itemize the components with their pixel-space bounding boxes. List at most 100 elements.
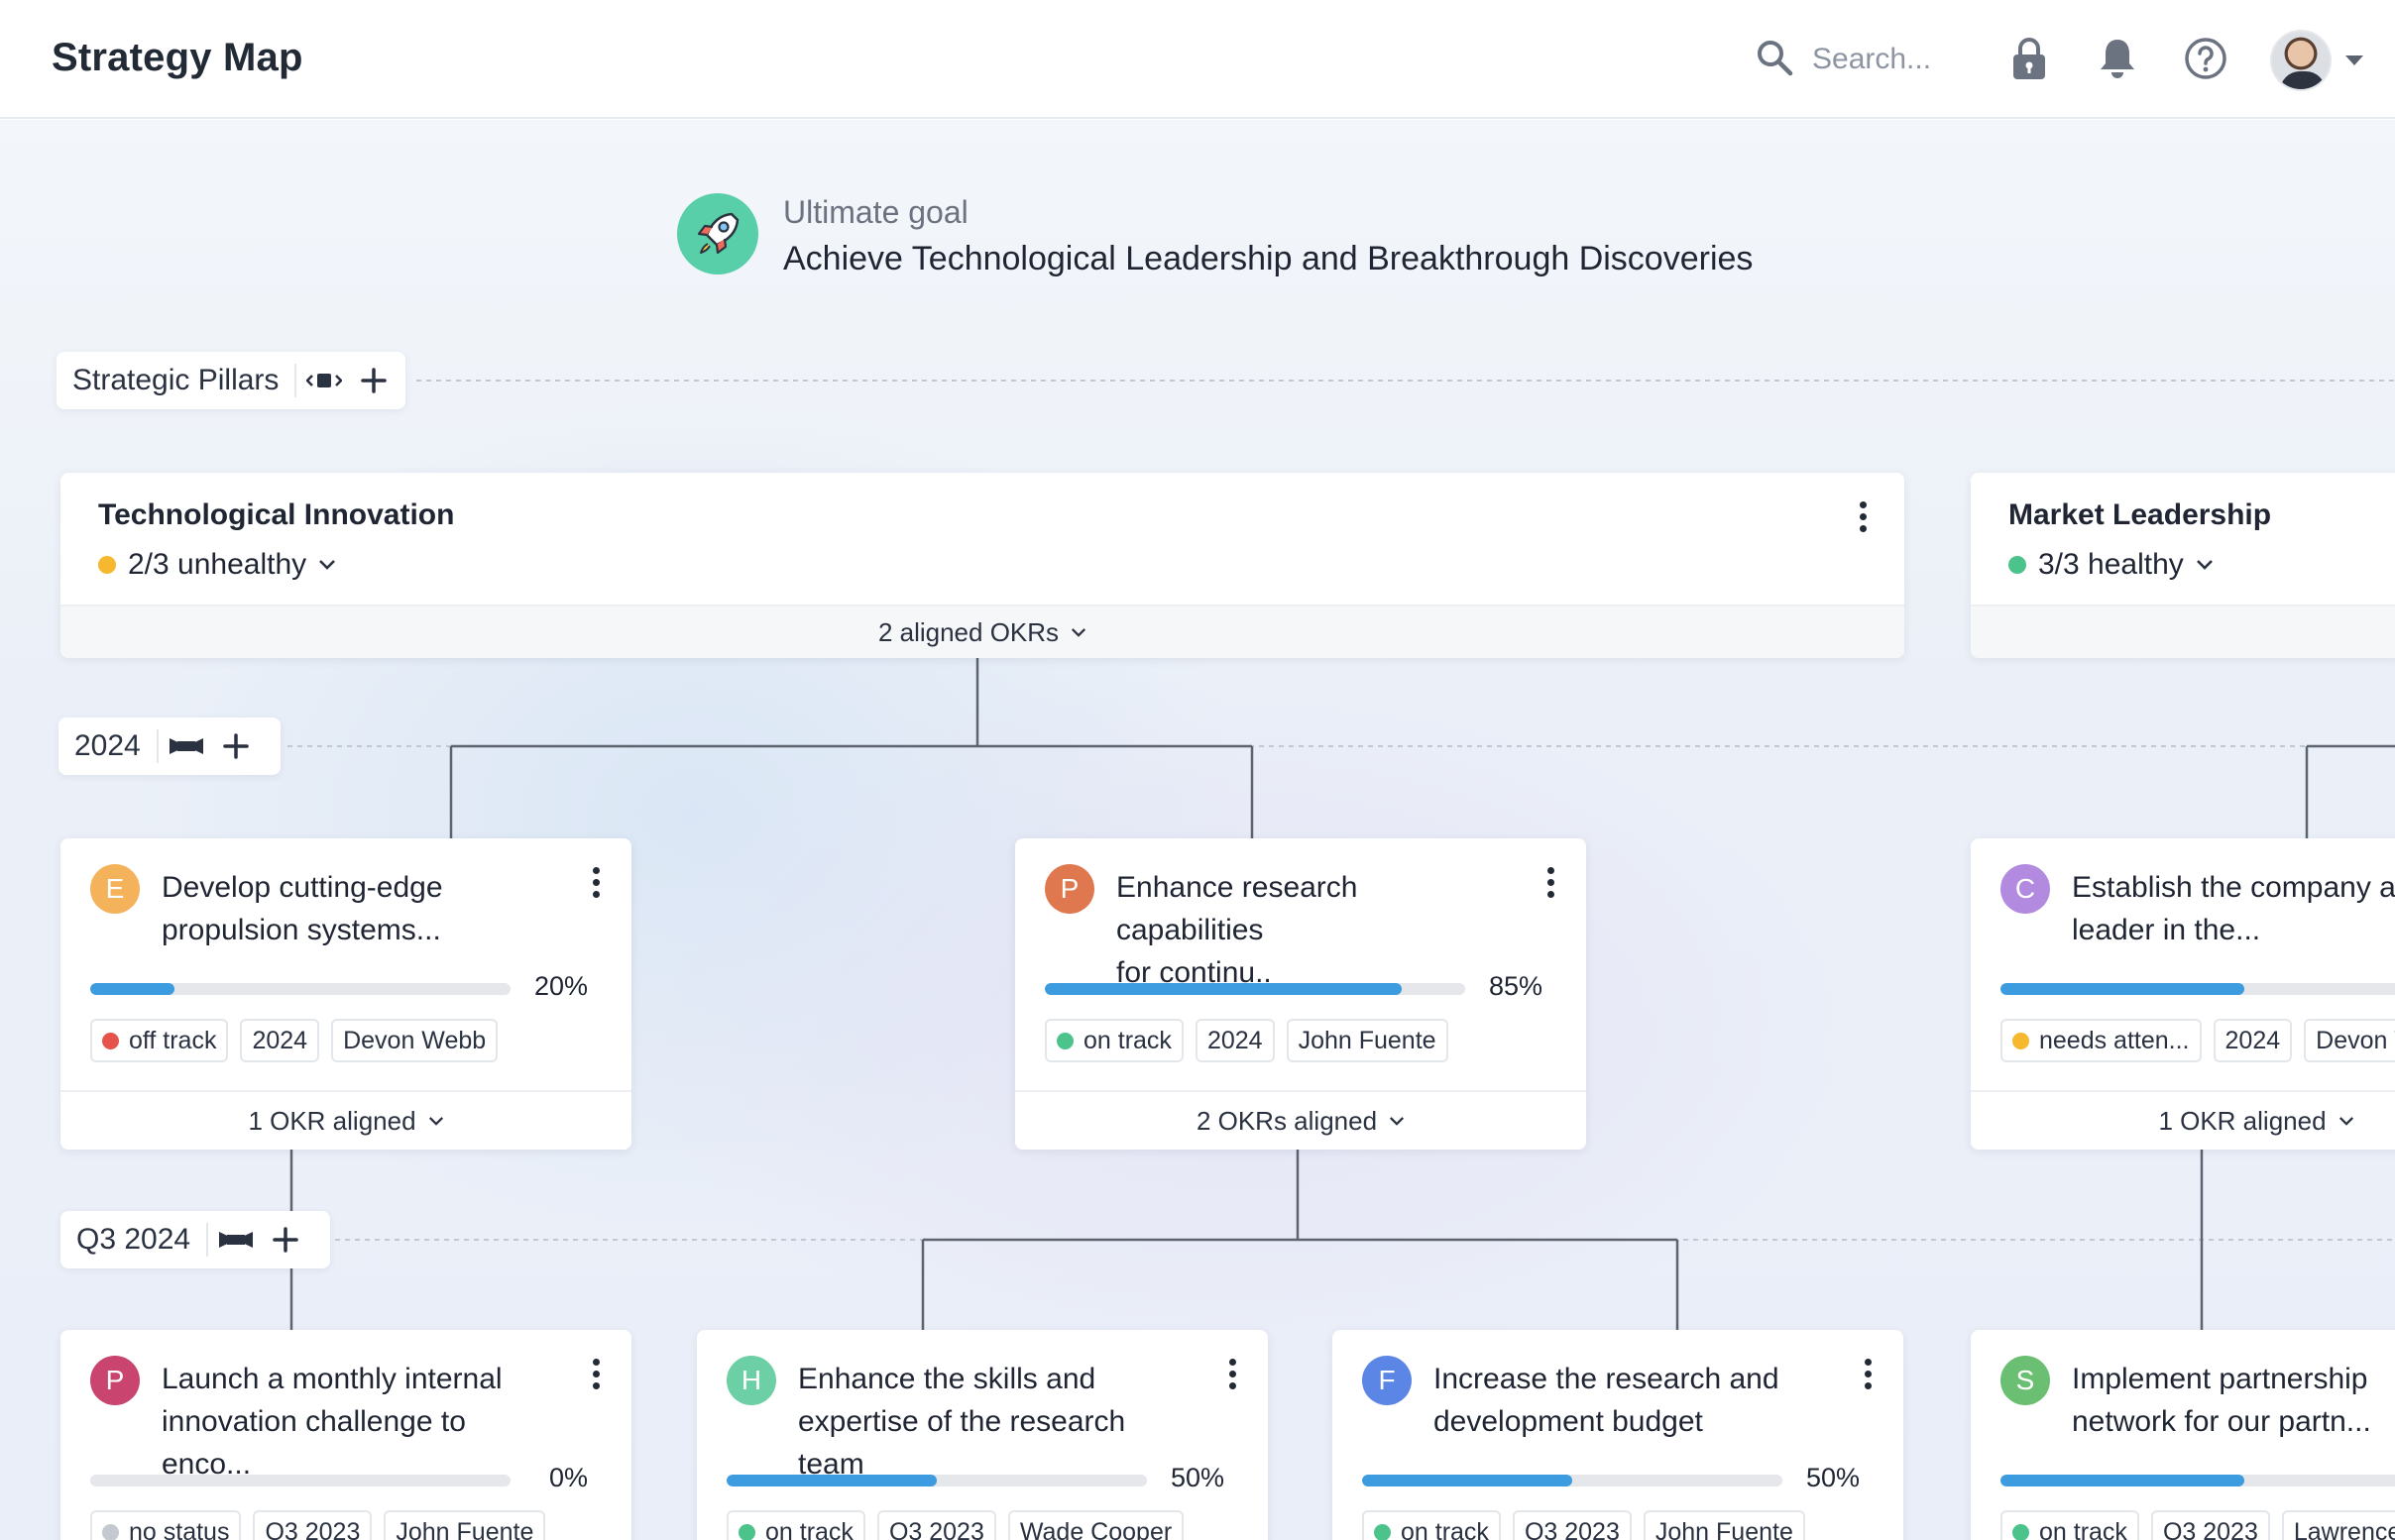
okr-title[interactable]: Enhance the skills and expertise of the … (798, 1358, 1195, 1485)
owner-tag[interactable]: John Fuente (1643, 1510, 1805, 1540)
okr-card[interactable]: E Develop cutting-edge propulsion system… (60, 838, 631, 1150)
progress-fill (727, 1475, 937, 1486)
aligned-okrs-toggle[interactable]: 1 OKR aligned (60, 1090, 631, 1150)
owner-tag[interactable]: Lawrence (2281, 1510, 2395, 1540)
divider (206, 1223, 209, 1257)
more-options-icon[interactable] (1537, 860, 1564, 904)
okr-title-line: network for our partn... (2072, 1405, 2371, 1438)
aligned-okrs-label: 1 OKR aligned (2158, 1105, 2327, 1136)
status-tag[interactable]: no status (90, 1510, 242, 1540)
aligned-okrs-toggle[interactable]: 2 aligned OKRs (60, 605, 1904, 658)
add-icon[interactable] (214, 724, 258, 768)
owner-tag[interactable]: Wade Cooper (1007, 1510, 1185, 1540)
user-avatar[interactable] (2270, 30, 2332, 91)
add-icon[interactable] (352, 359, 396, 402)
period-tag[interactable]: Q3 2023 (1512, 1510, 1632, 1540)
okr-title[interactable]: Establish the company as leader in the..… (2072, 866, 2395, 951)
search-icon[interactable] (1755, 38, 1794, 82)
more-options-icon[interactable] (1218, 1352, 1246, 1395)
okr-card[interactable]: S Implement partnership network for our … (1971, 1330, 2395, 1540)
add-icon[interactable] (264, 1218, 307, 1262)
okr-card[interactable]: P Enhance research capabilities for cont… (1015, 838, 1586, 1150)
period-tag[interactable]: Q3 2023 (253, 1510, 373, 1540)
health-dropdown[interactable]: 3/3 healthy (2008, 548, 2214, 582)
row-label-text: Strategic Pillars (72, 364, 280, 396)
aligned-okrs-toggle[interactable]: 1 OKR aligned (1971, 1090, 2395, 1150)
more-options-icon[interactable] (1854, 1352, 1882, 1395)
okr-title[interactable]: Enhance research capabilities for contin… (1116, 866, 1513, 994)
okr-title-line: leader in the... (2072, 914, 2261, 946)
collapse-vertical-icon[interactable] (165, 724, 208, 768)
period-tag[interactable]: 2024 (240, 1019, 320, 1062)
collapse-vertical-icon[interactable] (214, 1218, 258, 1262)
okr-title[interactable]: Implement partnership network for our pa… (2072, 1358, 2395, 1443)
status-dot (102, 1523, 119, 1540)
status-tag[interactable]: on track (2000, 1510, 2139, 1540)
okr-title[interactable]: Launch a monthly internal innovation cha… (162, 1358, 558, 1485)
aligned-okrs-toggle[interactable] (1971, 605, 2395, 658)
collapse-horizontal-icon[interactable] (302, 359, 346, 402)
chevron-down-icon (1072, 627, 1086, 637)
owner-tag[interactable]: John Fuente (1286, 1019, 1448, 1062)
okr-card[interactable]: C Establish the company as leader in the… (1971, 838, 2395, 1150)
lock-icon[interactable] (2007, 36, 2051, 81)
pillar-title: Technological Innovation (98, 498, 455, 531)
okr-title[interactable]: Develop cutting-edge propulsion systems.… (162, 866, 558, 951)
search-input[interactable] (1812, 43, 1971, 76)
owner-tag[interactable]: Devon Webb (331, 1019, 499, 1062)
more-options-icon[interactable] (582, 1352, 610, 1395)
owner-tag[interactable]: John Fuente (384, 1510, 546, 1540)
okr-title-line: Enhance research capabilities (1116, 871, 1358, 946)
chevron-down-icon (1390, 1116, 1405, 1126)
okr-tags: on track 2024 John Fuente (1045, 1019, 1448, 1062)
okr-card[interactable]: H Enhance the skills and expertise of th… (697, 1330, 1268, 1540)
okr-card[interactable]: F Increase the research and development … (1332, 1330, 1903, 1540)
status-tag[interactable]: on track (1362, 1510, 1501, 1540)
okr-title-line: Enhance the skills and (798, 1363, 1096, 1395)
period-tag[interactable]: Q3 2023 (2150, 1510, 2270, 1540)
aligned-okrs-toggle[interactable]: 2 OKRs aligned (1015, 1090, 1586, 1150)
okr-title-line: development budget (1433, 1405, 1703, 1438)
status-tag[interactable]: needs atten... (2000, 1019, 2202, 1062)
more-options-icon[interactable] (1849, 495, 1877, 538)
chevron-down-icon (2338, 1116, 2353, 1126)
health-dropdown[interactable]: 2/3 unhealthy (98, 548, 336, 582)
chevron-down-icon (428, 1116, 443, 1126)
status-label: on track (1401, 1517, 1489, 1540)
period-tag[interactable]: 2024 (2213, 1019, 2293, 1062)
owner-avatar: S (2000, 1356, 2050, 1405)
search-box[interactable] (1755, 38, 1971, 81)
goal-title[interactable]: Achieve Technological Leadership and Bre… (783, 240, 1753, 278)
pillar-card-market-leadership[interactable]: Market Leadership 3/3 healthy (1971, 473, 2395, 658)
progress-bar (727, 1475, 1147, 1486)
status-tag[interactable]: off track (90, 1019, 229, 1062)
help-icon[interactable] (2184, 36, 2227, 81)
okr-title-line: Establish the company as (2072, 871, 2395, 904)
okr-tags: on track Q3 2023 Lawrence (2000, 1510, 2395, 1540)
okr-card[interactable]: P Launch a monthly internal innovation c… (60, 1330, 631, 1540)
progress-percent: 20% (533, 971, 588, 1001)
bell-icon[interactable] (2096, 36, 2139, 81)
okr-tags: needs atten... 2024 Devon V (2000, 1019, 2395, 1062)
status-label: needs atten... (2039, 1026, 2190, 1054)
row-label-q3-2024: Q3 2024 (60, 1211, 330, 1268)
progress-bar (2000, 983, 2395, 995)
status-tag[interactable]: on track (1045, 1019, 1184, 1062)
status-dot (2012, 1032, 2029, 1049)
okr-tags: on track Q3 2023 Wade Cooper (727, 1510, 1185, 1540)
owner-tag[interactable]: Devon V (2304, 1019, 2395, 1062)
pillar-card-technological-innovation[interactable]: Technological Innovation 2/3 unhealthy 2… (60, 473, 1904, 658)
chevron-down-icon[interactable] (2345, 55, 2363, 65)
app-root: Strategy Map Search... Ultimate goal Ach… (0, 0, 2395, 1540)
period-tag[interactable]: 2024 (1195, 1019, 1275, 1062)
period-tag[interactable]: Q3 2023 (876, 1510, 996, 1540)
status-tag[interactable]: on track (727, 1510, 865, 1540)
more-options-icon[interactable] (582, 860, 610, 904)
pillar-title: Market Leadership (2008, 498, 2272, 531)
progress-bar (2000, 1475, 2395, 1486)
progress-bar (90, 1475, 511, 1486)
divider (156, 729, 159, 763)
okr-title[interactable]: Increase the research and development bu… (1433, 1358, 1830, 1443)
okr-title-line: Launch a monthly internal (162, 1363, 503, 1395)
goal-label: Ultimate goal (783, 194, 969, 230)
